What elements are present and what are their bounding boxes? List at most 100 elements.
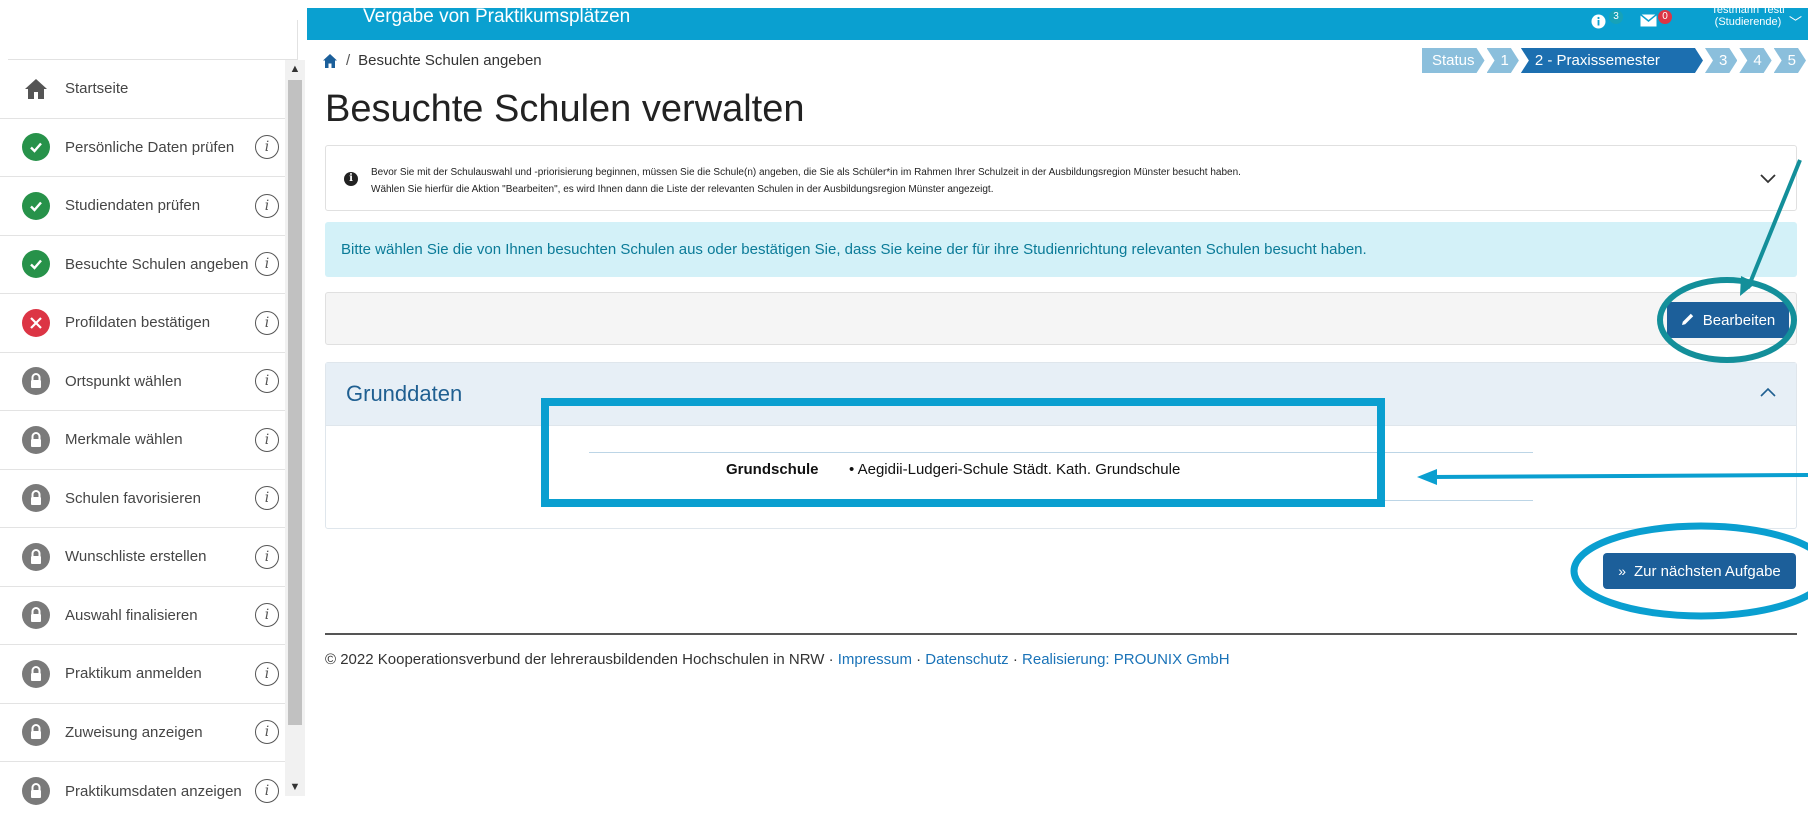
sidebar-item-schulen-favorisieren[interactable]: Schulen favorisieren i bbox=[0, 470, 285, 528]
chevron-down-icon[interactable]: ﹀ bbox=[1789, 12, 1802, 31]
sidebar-item-label: Zuweisung anzeigen bbox=[65, 723, 203, 741]
step-1: 1 bbox=[1487, 48, 1519, 73]
sidebar-item-label: Studiendaten prüfen bbox=[65, 197, 201, 215]
info-icon[interactable]: i bbox=[255, 720, 279, 745]
sidebar-item-label: Merkmale wählen bbox=[65, 431, 183, 449]
sidebar-item-label: Wunschliste erstellen bbox=[65, 548, 207, 566]
sidebar-item-label: Startseite bbox=[65, 80, 129, 98]
lock-icon bbox=[22, 718, 50, 747]
impressum-link[interactable]: Impressum bbox=[838, 651, 912, 668]
sidebar-item-merkmale[interactable]: Merkmale wählen i bbox=[0, 411, 285, 470]
status-stepper: Status 1 2 - Praxissemester beginnt 3 4 … bbox=[1422, 48, 1808, 73]
footer-copyright: © 2022 Kooperationsverbund der lehreraus… bbox=[325, 651, 834, 668]
sidebar-item-label: Persönliche Daten prüfen bbox=[65, 138, 235, 156]
lock-icon bbox=[22, 542, 50, 571]
info-text: Bevor Sie mit der Schulauswahl und -prio… bbox=[371, 164, 1241, 198]
divider bbox=[589, 452, 1533, 453]
mail-count-badge: 0 bbox=[1658, 10, 1672, 24]
edit-button-label: Bearbeiten bbox=[1702, 311, 1776, 329]
chevron-down-icon[interactable]: ▼ bbox=[285, 778, 305, 796]
scrollbar-thumb[interactable] bbox=[288, 80, 302, 725]
sidebar-logo-area bbox=[8, 20, 298, 60]
user-role: (Studierende) bbox=[1714, 16, 1782, 28]
info-icon[interactable]: i bbox=[255, 193, 279, 218]
mail-icon[interactable] bbox=[1640, 13, 1657, 30]
sidebar-item-wunschliste[interactable]: Wunschliste erstellen i bbox=[0, 528, 285, 587]
task-nav-list: Startseite Persönliche Daten prüfen i St… bbox=[0, 60, 285, 821]
edit-button[interactable]: Bearbeiten bbox=[1667, 302, 1789, 338]
check-icon bbox=[22, 133, 50, 162]
sidebar-item-startseite[interactable]: Startseite bbox=[0, 60, 285, 119]
breadcrumb-current: Besuchte Schulen angeben bbox=[358, 52, 542, 69]
home-icon[interactable] bbox=[322, 53, 338, 69]
double-chevron-right-icon: » bbox=[1618, 563, 1626, 579]
lock-icon bbox=[22, 659, 50, 688]
sidebar-item-label: Schulen favorisieren bbox=[65, 489, 201, 507]
info-icon[interactable]: i bbox=[255, 544, 279, 569]
action-toolbar bbox=[325, 292, 1797, 345]
info-icon[interactable]: i bbox=[255, 310, 279, 335]
info-circle-icon[interactable] bbox=[1591, 14, 1606, 32]
datenschutz-link[interactable]: Datenschutz bbox=[925, 651, 1008, 668]
footer-separator: · bbox=[916, 651, 922, 668]
info-count-badge: 3 bbox=[1609, 10, 1623, 24]
sidebar-item-label: Praktikum anmelden bbox=[65, 665, 202, 683]
info-collapsible[interactable]: i Bevor Sie mit der Schulauswahl und -pr… bbox=[325, 145, 1797, 211]
info-icon[interactable]: i bbox=[255, 603, 279, 628]
sidebar-item-praktikum-anmelden[interactable]: Praktikum anmelden i bbox=[0, 645, 285, 704]
next-task-button[interactable]: » Zur nächsten Aufgabe bbox=[1603, 553, 1796, 589]
step-4: 4 bbox=[1739, 48, 1771, 73]
chevron-up-icon[interactable]: ▲ bbox=[285, 60, 305, 78]
sidebar-item-studiendaten[interactable]: Studiendaten prüfen i bbox=[0, 177, 285, 236]
sidebar-item-label: Auswahl finalisieren bbox=[65, 606, 198, 624]
info-icon: i bbox=[344, 172, 358, 186]
sidebar-item-ortspunkt[interactable]: Ortspunkt wählen i bbox=[0, 353, 285, 411]
sidebar-item-praktikumsdaten[interactable]: Praktikumsdaten anzeigen i bbox=[0, 762, 285, 821]
stepper-label: Status bbox=[1422, 48, 1485, 73]
footer-separator: · bbox=[1012, 651, 1018, 668]
info-icon[interactable]: i bbox=[255, 779, 279, 804]
sidebar-item-auswahl-finalisieren[interactable]: Auswahl finalisieren i bbox=[0, 587, 285, 645]
info-line-1: Bevor Sie mit der Schulauswahl und -prio… bbox=[371, 167, 1241, 178]
divider bbox=[589, 500, 1533, 501]
step-2-active: 2 - Praxissemester beginnt bbox=[1521, 48, 1703, 73]
chevron-up-icon[interactable] bbox=[1760, 381, 1776, 402]
alert-message: Bitte wählen Sie die von Ihnen besuchten… bbox=[325, 222, 1797, 277]
check-icon bbox=[22, 191, 50, 220]
footer: © 2022 Kooperationsverbund der lehreraus… bbox=[325, 651, 1230, 668]
home-icon bbox=[22, 75, 50, 103]
sidebar-item-label: Praktikumsdaten anzeigen bbox=[65, 782, 242, 800]
info-icon[interactable]: i bbox=[255, 369, 279, 394]
grunddaten-panel: Grunddaten Grundschule • Aegidii-Ludgeri… bbox=[325, 362, 1797, 529]
realisierung-link[interactable]: Realisierung: PROUNIX GmbH bbox=[1022, 651, 1230, 668]
info-icon[interactable]: i bbox=[255, 135, 279, 160]
sidebar-item-label: Profildaten bestätigen bbox=[65, 314, 211, 332]
grunddaten-header[interactable]: Grunddaten bbox=[326, 363, 1796, 426]
app-title: Vergabe von Praktikumsplätzen bbox=[363, 6, 631, 27]
sidebar-item-zuweisung[interactable]: Zuweisung anzeigen i bbox=[0, 704, 285, 762]
info-icon[interactable]: i bbox=[255, 661, 279, 686]
sidebar-scrollbar[interactable]: ▲ ▼ bbox=[285, 60, 305, 796]
school-type-label: Grundschule bbox=[726, 461, 819, 478]
step-5: 5 bbox=[1774, 48, 1806, 73]
footer-divider bbox=[325, 633, 1797, 635]
lock-icon bbox=[22, 484, 50, 513]
school-value: • Aegidii-Ludgeri-Schule Städt. Kath. Gr… bbox=[849, 461, 1181, 478]
user-name: Testmann Testi bbox=[1711, 4, 1785, 16]
error-x-icon bbox=[22, 308, 50, 337]
info-icon[interactable]: i bbox=[255, 486, 279, 511]
chevron-down-icon[interactable] bbox=[1760, 168, 1776, 189]
sidebar-item-besuchte-schulen[interactable]: Besuchte Schulen angeben i bbox=[0, 236, 285, 294]
info-icon[interactable]: i bbox=[255, 252, 279, 277]
sidebar-item-persoenliche-daten[interactable]: Persönliche Daten prüfen i bbox=[0, 119, 285, 177]
lock-icon bbox=[22, 601, 50, 630]
user-menu[interactable]: Testmann Testi (Studierende) bbox=[1707, 4, 1789, 28]
app-header: Vergabe von Praktikumsplätzen 3 0 Testma… bbox=[307, 4, 1808, 40]
sidebar-item-profildaten[interactable]: Profildaten bestätigen i bbox=[0, 294, 285, 353]
grunddaten-title: Grunddaten bbox=[346, 381, 463, 406]
info-icon[interactable]: i bbox=[255, 427, 279, 452]
lock-icon bbox=[22, 425, 50, 454]
next-task-label: Zur nächsten Aufgabe bbox=[1634, 562, 1781, 580]
sidebar-item-label: Besuchte Schulen angeben bbox=[65, 255, 249, 273]
step-3: 3 bbox=[1705, 48, 1737, 73]
